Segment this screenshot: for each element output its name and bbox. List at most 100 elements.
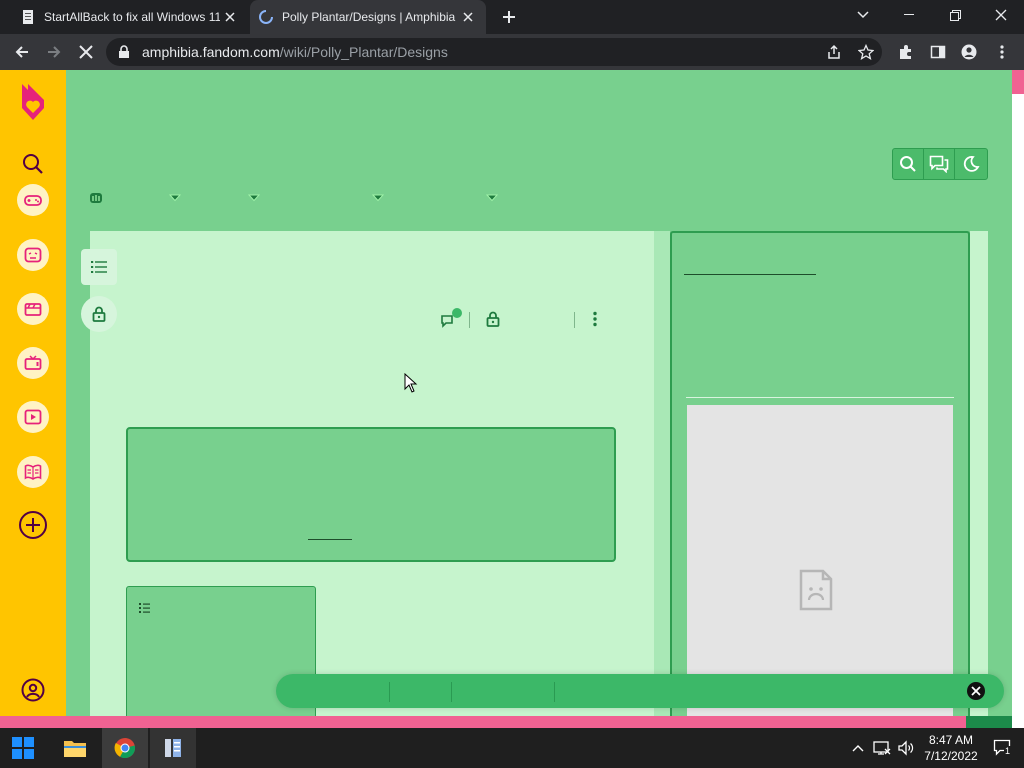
caret-down-icon — [248, 194, 260, 202]
dark-mode-button[interactable] — [955, 149, 986, 179]
notification-center-button[interactable]: 1 — [992, 738, 1016, 758]
side-panel-button[interactable] — [924, 38, 952, 66]
app-icon — [165, 739, 181, 757]
windows-logo-icon — [12, 737, 34, 759]
wiki-nav-dropdown[interactable] — [371, 192, 385, 204]
rail-gutter — [970, 231, 988, 716]
separator — [574, 312, 575, 328]
puzzle-icon — [900, 45, 911, 59]
network-icon — [873, 741, 891, 755]
close-icon[interactable] — [458, 7, 478, 27]
chevron-up-icon — [852, 745, 864, 752]
clock-time: 8:47 AM — [928, 733, 974, 747]
web-page — [0, 70, 1024, 728]
right-rail — [670, 231, 970, 725]
separator — [554, 682, 555, 702]
profile-button[interactable] — [955, 38, 983, 66]
volume-button[interactable] — [896, 738, 916, 758]
minimize-button[interactable] — [886, 0, 932, 30]
restore-button[interactable] — [932, 0, 978, 30]
loading-spinner-icon — [259, 10, 273, 24]
wiki-nav-dropdown[interactable] — [168, 192, 182, 204]
show-hidden-icons-button[interactable] — [848, 738, 868, 758]
stop-loading-button[interactable] — [72, 38, 100, 66]
system-clock[interactable]: 8:47 AM 7/12/2022 — [918, 732, 984, 764]
start-button[interactable] — [0, 728, 46, 768]
separator — [451, 682, 452, 702]
network-button[interactable] — [872, 738, 892, 758]
tab-startallback[interactable]: StartAllBack to fix all Windows 11 — [12, 0, 248, 34]
lock-icon — [92, 306, 106, 322]
wiki-nav-dropdown[interactable] — [247, 192, 261, 204]
toc-list-icon[interactable] — [139, 602, 151, 613]
tab-search-button[interactable] — [840, 0, 886, 30]
comments-button[interactable] — [440, 308, 462, 330]
close-window-button[interactable] — [978, 0, 1024, 30]
browser-toolbar: amphibia.fandom.com/wiki/Polly_Plantar/D… — [0, 34, 1024, 70]
folder-icon — [64, 741, 86, 757]
arrow-left-icon — [15, 46, 28, 58]
user-icon[interactable] — [17, 674, 49, 706]
tab-title: Polly Plantar/Designs | Amphibia — [282, 10, 456, 24]
page-edge — [1012, 70, 1024, 728]
back-button[interactable] — [8, 38, 36, 66]
separator — [389, 682, 390, 702]
page-bottom-accent — [0, 716, 1012, 728]
moon-icon — [963, 156, 980, 172]
lock-icon[interactable] — [118, 45, 130, 59]
create-wiki-icon[interactable] — [17, 509, 49, 541]
close-icon — [995, 9, 1007, 21]
wiki-nav-explore[interactable] — [89, 192, 103, 204]
protected-page-indicator[interactable] — [81, 296, 117, 332]
fandom-logo-icon[interactable] — [17, 82, 49, 122]
mouse-cursor-icon — [404, 373, 418, 393]
tab-strip: StartAllBack to fix all Windows 11 Polly… — [0, 0, 1024, 34]
share-icon[interactable] — [826, 44, 842, 60]
caret-down-icon — [169, 194, 181, 202]
book-icon[interactable] — [17, 456, 49, 488]
extensions-button[interactable] — [892, 38, 920, 66]
new-tab-button[interactable] — [498, 6, 520, 28]
toc-toggle-button[interactable] — [81, 249, 117, 285]
speaker-icon — [898, 740, 914, 756]
rail-heading-underline — [684, 274, 816, 275]
discussions-icon — [929, 155, 949, 173]
explore-icon — [90, 193, 102, 203]
notification-count: 1 — [1004, 746, 1012, 756]
file-explorer-button[interactable] — [52, 728, 98, 768]
search-button[interactable] — [893, 149, 924, 179]
discussions-button[interactable] — [924, 149, 955, 179]
close-icon[interactable] — [220, 7, 240, 27]
video-icon[interactable] — [17, 401, 49, 433]
anime-icon[interactable] — [17, 239, 49, 271]
fandom-global-nav — [0, 70, 66, 716]
more-actions-button[interactable] — [584, 308, 606, 330]
wiki-header-tools — [892, 148, 988, 180]
close-icon — [79, 45, 93, 59]
star-icon[interactable] — [858, 44, 874, 60]
content-gutter — [654, 231, 670, 716]
lock-icon — [486, 311, 500, 327]
search-icon — [900, 156, 916, 172]
chrome-icon — [114, 738, 136, 759]
plus-icon — [503, 11, 515, 23]
search-icon[interactable] — [17, 148, 49, 180]
tab-polly-plantar[interactable]: Polly Plantar/Designs | Amphibia — [250, 0, 486, 34]
restore-icon — [949, 9, 961, 21]
protect-button[interactable] — [482, 308, 504, 330]
games-icon[interactable] — [17, 184, 49, 216]
movies-icon[interactable] — [17, 293, 49, 325]
chrome-taskbar-button[interactable] — [102, 728, 148, 768]
forward-button[interactable] — [40, 38, 68, 66]
kebab-menu-icon — [1000, 45, 1004, 59]
tv-icon[interactable] — [17, 347, 49, 379]
close-toolbar-icon[interactable] — [966, 681, 986, 701]
wiki-nav-dropdown[interactable] — [485, 192, 499, 204]
address-bar[interactable]: amphibia.fandom.com/wiki/Polly_Plantar/D… — [106, 38, 882, 66]
menu-button[interactable] — [988, 38, 1016, 66]
article-content — [90, 231, 654, 726]
startallback-taskbar-button[interactable] — [150, 728, 196, 768]
rail-divider — [686, 397, 954, 398]
document-favicon-icon — [23, 10, 33, 24]
separator — [469, 312, 470, 328]
